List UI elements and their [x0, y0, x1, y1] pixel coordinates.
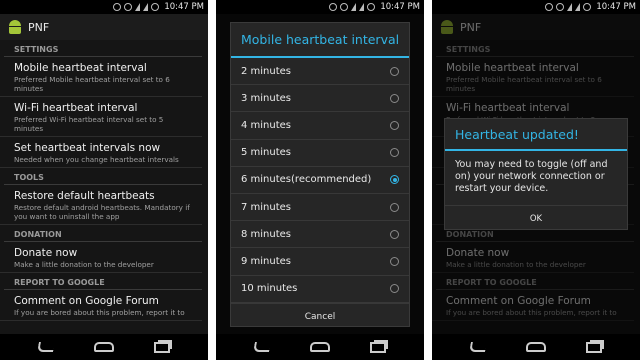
action-bar: PNF: [0, 14, 208, 40]
option-label: 7 minutes: [241, 201, 292, 213]
sync-icon: [329, 3, 338, 11]
interval-option[interactable]: 6 minutes(recommended): [231, 167, 409, 194]
pref-set-heartbeat-now[interactable]: Set heartbeat intervals now Needed when …: [0, 137, 202, 168]
navigation-bar: [0, 334, 208, 360]
phone-screen-settings: 10:47 PM PNF SETTINGS Mobile heartbeat i…: [0, 0, 208, 360]
back-icon[interactable]: [37, 342, 55, 352]
radio-button[interactable]: [390, 66, 399, 76]
status-time: 10:47 PM: [596, 2, 636, 12]
interval-option[interactable]: 7 minutes: [231, 194, 409, 222]
pref-summary: Needed when you change heartbeat interva…: [14, 155, 179, 164]
cancel-button[interactable]: Cancel: [231, 302, 409, 329]
recent-apps-icon[interactable]: [370, 341, 386, 353]
status-bar: 10:47 PM: [216, 0, 424, 14]
status-bar: 10:47 PM: [0, 0, 208, 14]
home-icon[interactable]: [94, 342, 114, 352]
pref-summary: Restore default android heartbeats. Mand…: [14, 203, 190, 221]
home-icon[interactable]: [310, 342, 330, 352]
app-title: PNF: [28, 20, 50, 34]
dialog-title: Heartbeat updated!: [445, 119, 627, 151]
dialog-title: Mobile heartbeat interval: [231, 23, 409, 58]
option-label: 5 minutes: [241, 147, 292, 159]
radio-button[interactable]: [390, 148, 399, 158]
option-label: 9 minutes: [241, 255, 292, 267]
section-header-donation: DONATION: [4, 225, 202, 242]
radio-button[interactable]: [390, 93, 399, 103]
phone-screen-alert: 10:47 PM PNF SETTINGS Mobile heartbeat i…: [432, 0, 640, 360]
interval-option[interactable]: 4 minutes: [231, 112, 409, 140]
pref-title: Set heartbeat intervals now: [14, 142, 161, 154]
option-label: 10 minutes: [241, 283, 298, 295]
navigation-bar: [216, 334, 424, 360]
pref-mobile-heartbeat[interactable]: Mobile heartbeat interval Preferred Mobi…: [0, 57, 202, 97]
wifi-icon: [567, 3, 573, 11]
status-time: 10:47 PM: [380, 2, 420, 12]
pref-title: Comment on Google Forum: [14, 295, 159, 307]
interval-option[interactable]: 8 minutes: [231, 221, 409, 249]
navigation-bar: [432, 334, 640, 360]
signal-icon: [575, 3, 581, 11]
pref-summary: Preferred Wi-Fi heartbeat interval set t…: [14, 115, 164, 133]
status-time: 10:47 PM: [164, 2, 204, 12]
wifi-icon: [351, 3, 357, 11]
option-label: 4 minutes: [241, 119, 292, 131]
interval-option[interactable]: 3 minutes: [231, 85, 409, 113]
radio-button[interactable]: [390, 256, 399, 266]
radio-button[interactable]: [390, 202, 399, 212]
interval-option[interactable]: 2 minutes: [231, 58, 409, 86]
alarm-icon: [556, 3, 565, 11]
option-label: 8 minutes: [241, 228, 292, 240]
recent-apps-icon[interactable]: [154, 341, 170, 353]
option-label: 3 minutes: [241, 92, 292, 104]
interval-option[interactable]: 10 minutes: [231, 276, 409, 303]
battery-icon: [583, 3, 592, 11]
pref-restore-defaults[interactable]: Restore default heartbeats Restore defau…: [0, 185, 202, 225]
pref-title: Mobile heartbeat interval: [14, 62, 147, 74]
pref-title: Wi-Fi heartbeat interval: [14, 102, 138, 114]
signal-icon: [143, 3, 149, 11]
back-icon[interactable]: [469, 342, 487, 352]
preference-list[interactable]: SETTINGS Mobile heartbeat interval Prefe…: [0, 40, 208, 334]
android-app-icon[interactable]: [8, 20, 22, 34]
section-header-tools: TOOLS: [4, 168, 202, 185]
alarm-icon: [124, 3, 133, 11]
radio-button[interactable]: [390, 229, 399, 239]
pref-donate[interactable]: Donate now Make a little donation to the…: [0, 242, 202, 273]
pref-wifi-heartbeat[interactable]: Wi-Fi heartbeat interval Preferred Wi-Fi…: [0, 97, 202, 137]
pref-summary: Preferred Mobile heartbeat interval set …: [14, 75, 170, 93]
wifi-icon: [135, 3, 141, 11]
status-bar: 10:47 PM: [432, 0, 640, 14]
pref-google-forum[interactable]: Comment on Google Forum If you are bored…: [0, 290, 202, 321]
section-header-settings: SETTINGS: [4, 40, 202, 57]
heartbeat-updated-dialog: Heartbeat updated! You may need to toggl…: [444, 118, 628, 230]
interval-option[interactable]: 9 minutes: [231, 248, 409, 276]
back-icon[interactable]: [253, 342, 271, 352]
radio-button[interactable]: [390, 120, 399, 130]
pref-summary: If you are bored about this problem, rep…: [14, 308, 185, 317]
dialog-message: You may need to toggle (off and on) your…: [455, 159, 608, 194]
battery-icon: [367, 3, 376, 11]
sync-icon: [113, 3, 122, 11]
ok-button[interactable]: OK: [445, 205, 627, 231]
option-label: 6 minutes(recommended): [241, 174, 372, 186]
pref-summary: Make a little donation to the developer: [14, 260, 154, 269]
sync-icon: [545, 3, 554, 11]
interval-dialog: Mobile heartbeat interval 2 minutes 3 min…: [230, 22, 410, 327]
interval-option[interactable]: 5 minutes: [231, 140, 409, 167]
pref-title: Donate now: [14, 247, 78, 259]
radio-button[interactable]: [390, 175, 399, 185]
recent-apps-icon[interactable]: [586, 341, 602, 353]
radio-button[interactable]: [390, 284, 399, 294]
signal-icon: [359, 3, 365, 11]
home-icon[interactable]: [526, 342, 546, 352]
phone-screen-interval-dialog: 10:47 PM Mobile heartbeat interval 2 min…: [216, 0, 424, 360]
option-label: 2 minutes: [241, 65, 292, 77]
section-header-report: REPORT TO GOOGLE: [4, 273, 202, 290]
option-list: 2 minutes 3 minutes 4 minutes 5 minutes 6 mi…: [231, 58, 409, 303]
pref-title: Restore default heartbeats: [14, 190, 155, 202]
alarm-icon: [340, 3, 349, 11]
battery-icon: [151, 3, 160, 11]
